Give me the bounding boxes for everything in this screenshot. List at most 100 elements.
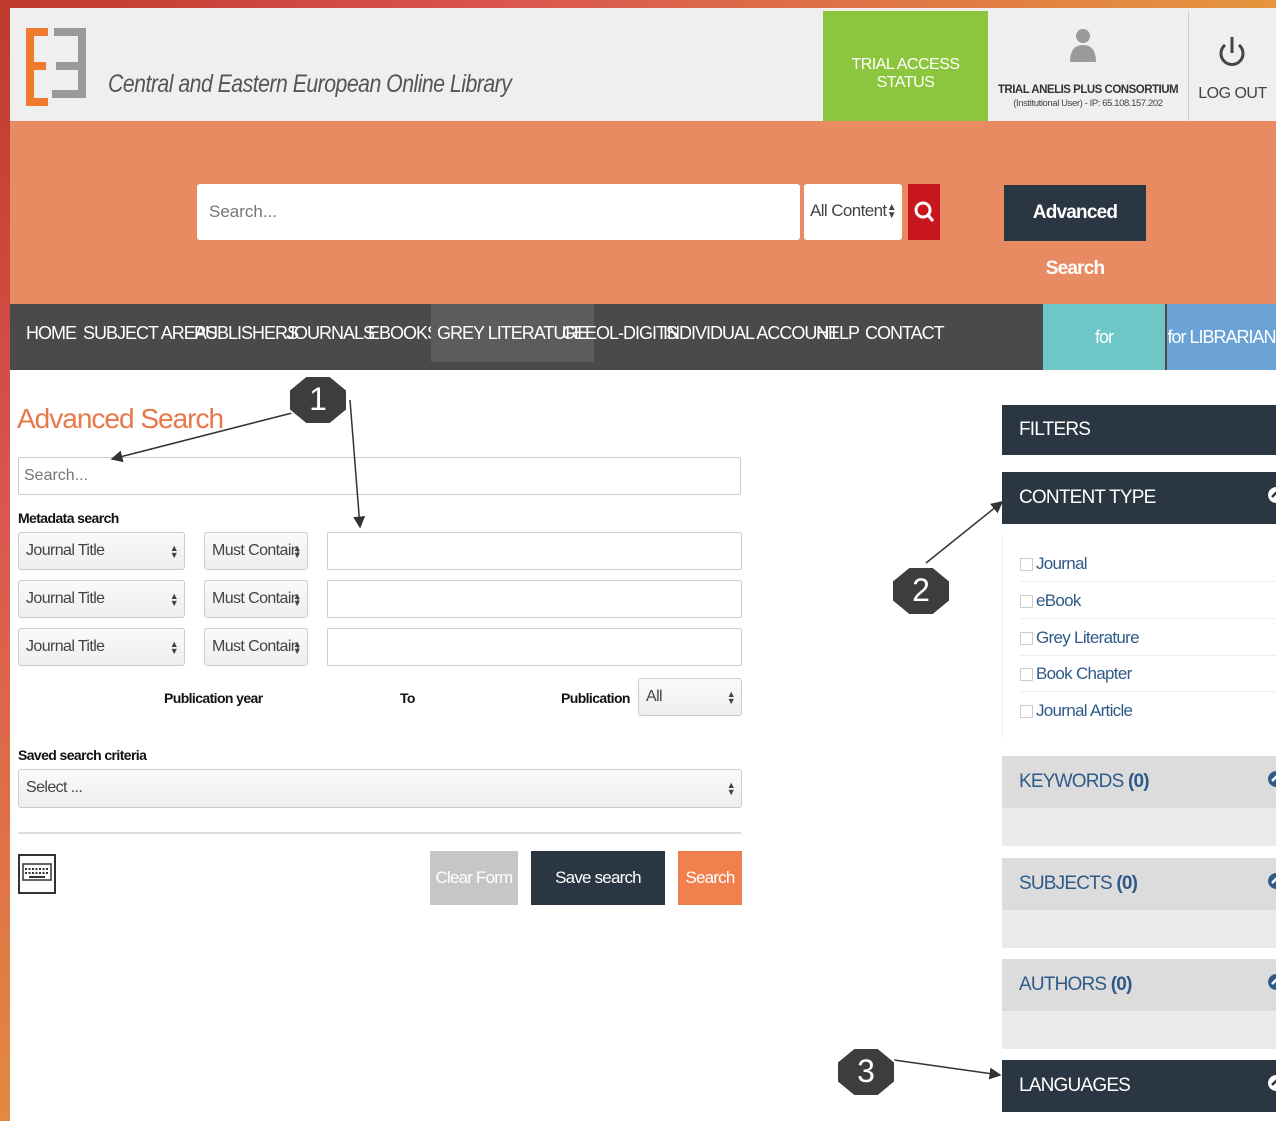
content-scope-select[interactable]: All Content ▲ ▼ <box>804 184 902 240</box>
saved-search-label: Saved search criteria <box>18 747 147 763</box>
main-search-input[interactable] <box>197 184 800 240</box>
advanced-search-submit-button[interactable]: Search <box>678 851 742 905</box>
advanced-search-title: Advanced Search <box>17 403 224 434</box>
search-band: All Content ▲▼ Advanced Search <box>10 121 1276 304</box>
nav-home[interactable]: HOME <box>26 304 77 362</box>
nav-individual-account[interactable]: INDIVIDUAL ACCOUNT <box>663 304 839 362</box>
user-detail: (Institutional User) - IP: 65.108.157.20… <box>1013 98 1163 109</box>
keyboard-icon[interactable] <box>18 854 56 894</box>
nav-ceeol-digits[interactable]: CEEOL-DIGITS <box>562 304 678 362</box>
authors-count: (0) <box>1110 974 1133 995</box>
content-type-item-journal[interactable]: Journal <box>1020 547 1276 582</box>
metadata-field-select-2[interactable]: Journal Title ▲ ▼ <box>18 580 185 618</box>
content-type-header[interactable]: CONTENT TYPE <box>1002 472 1276 524</box>
checkbox[interactable] <box>1020 632 1033 646</box>
checkbox[interactable] <box>1020 558 1033 572</box>
content-type-item-journal-article[interactable]: Journal Article <box>1020 694 1276 728</box>
user-account[interactable]: TRIAL ANELIS PLUS CONSORTIUM (Institutio… <box>988 11 1188 121</box>
select-arrows-icon: ▲ ▼ <box>169 639 179 656</box>
callout-2: 2 <box>891 566 951 616</box>
content-type-item-grey-literature[interactable]: Grey Literature <box>1020 621 1276 656</box>
content-type-item-label: Grey Literature <box>1036 628 1140 647</box>
nav-for-librarians[interactable]: for LIBRARIANS <box>1167 304 1276 370</box>
content-type-label: CONTENT TYPE <box>1019 487 1156 508</box>
chevron-up-icon <box>1268 1075 1276 1091</box>
metadata-condition-value: Must Contain <box>212 638 300 655</box>
content-type-item-label: Book Chapter <box>1036 664 1132 683</box>
nav-journals[interactable]: JOURNALS <box>286 304 375 362</box>
publication-select[interactable]: All ▲ ▼ <box>638 678 742 716</box>
site-title: Central and Eastern European Online Libr… <box>108 70 512 98</box>
trial-access-status-button[interactable]: TRIAL ACCESS STATUS <box>823 11 988 121</box>
select-arrows-icon: ▲ ▼ <box>726 780 736 797</box>
content-type-item-label: Journal <box>1036 554 1088 573</box>
clear-form-button[interactable]: Clear Form <box>430 851 518 905</box>
nav-for-publishers[interactable]: for PUBLISHERS <box>1043 304 1165 413</box>
chevron-up-icon <box>1268 974 1276 990</box>
search-button[interactable] <box>908 184 940 240</box>
content-type-list: Journal eBook Grey Literature Book Chapt… <box>1002 533 1276 738</box>
select-arrows-icon: ▲ ▼ <box>292 543 302 560</box>
content-type-item-book-chapter[interactable]: Book Chapter <box>1020 657 1276 692</box>
chevron-up-icon <box>1268 873 1276 889</box>
select-arrows-icon: ▲ ▼ <box>886 202 897 221</box>
advanced-search-button[interactable]: Advanced Search <box>1004 185 1146 279</box>
select-arrows-icon: ▲ ▼ <box>169 591 179 608</box>
subjects-header[interactable]: SUBJECTS (0) <box>1002 858 1276 910</box>
nav-publishers[interactable]: PUBLISHERS <box>194 304 299 362</box>
languages-header[interactable]: LANGUAGES <box>1002 1060 1276 1112</box>
main-nav: HOME SUBJECT AREAS PUBLISHERS JOURNALS E… <box>10 304 1276 413</box>
header: Central and Eastern European Online Libr… <box>10 8 1276 121</box>
ceeol-logo[interactable] <box>20 22 92 108</box>
metadata-value-input-2[interactable] <box>327 580 742 618</box>
checkbox[interactable] <box>1020 705 1033 719</box>
logout-button[interactable]: LOG OUT <box>1189 11 1276 121</box>
select-arrows-icon: ▲ ▼ <box>292 591 302 608</box>
metadata-field-value: Journal Title <box>26 542 105 559</box>
keywords-header[interactable]: KEYWORDS (0) <box>1002 756 1276 808</box>
nav-help[interactable]: HELP <box>816 304 860 362</box>
authors-header[interactable]: AUTHORS (0) <box>1002 959 1276 1011</box>
checkbox[interactable] <box>1020 595 1033 609</box>
select-arrows-icon: ▲ ▼ <box>726 689 736 706</box>
callout-number: 2 <box>912 572 930 608</box>
user-icon <box>1070 29 1096 62</box>
content-type-item-label: eBook <box>1036 591 1081 610</box>
metadata-field-select-3[interactable]: Journal Title ▲ ▼ <box>18 628 185 666</box>
callout-number: 1 <box>309 381 327 417</box>
saved-search-value: Select ... <box>26 779 83 796</box>
metadata-field-select-1[interactable]: Journal Title ▲ ▼ <box>18 532 185 570</box>
metadata-field-value: Journal Title <box>26 590 105 607</box>
nav-contact[interactable]: CONTACT <box>865 304 945 362</box>
languages-label: LANGUAGES <box>1019 1075 1131 1096</box>
metadata-value-input-3[interactable] <box>327 628 742 666</box>
content-type-item-ebook[interactable]: eBook <box>1020 584 1276 619</box>
metadata-search-label: Metadata search <box>18 510 119 526</box>
save-search-criteria-button[interactable]: Save search criteria <box>531 851 665 941</box>
form-divider <box>18 832 741 834</box>
to-label: To <box>400 690 415 706</box>
subjects-body <box>1002 910 1276 948</box>
select-arrows-icon: ▲ ▼ <box>292 639 302 656</box>
chevron-up-icon <box>1268 771 1276 787</box>
metadata-condition-select-2[interactable]: Must Contain ▲ ▼ <box>204 580 308 618</box>
select-arrows-icon: ▲ ▼ <box>169 543 179 560</box>
content-scope-value: All Content <box>810 201 887 220</box>
subjects-count: (0) <box>1116 873 1138 894</box>
saved-search-select[interactable]: Select ... ▲ ▼ <box>18 769 742 808</box>
callout-1: 1 <box>288 375 348 425</box>
metadata-condition-value: Must Contain <box>212 542 300 559</box>
metadata-value-input-1[interactable] <box>327 532 742 570</box>
checkbox[interactable] <box>1020 668 1033 682</box>
chevron-up-icon <box>1268 487 1276 503</box>
metadata-condition-select-1[interactable]: Must Contain ▲ ▼ <box>204 532 308 570</box>
logout-label: LOG OUT <box>1198 85 1267 102</box>
advanced-search-input[interactable] <box>18 457 741 495</box>
subjects-label: SUBJECTS <box>1019 873 1113 894</box>
keywords-count: (0) <box>1127 771 1150 792</box>
keywords-label: KEYWORDS <box>1019 771 1124 792</box>
nav-ebooks[interactable]: EBOOKS <box>368 304 439 362</box>
authors-body <box>1002 1011 1276 1049</box>
metadata-condition-select-3[interactable]: Must Contain ▲ ▼ <box>204 628 308 666</box>
content-type-item-label: Journal Article <box>1036 701 1133 720</box>
